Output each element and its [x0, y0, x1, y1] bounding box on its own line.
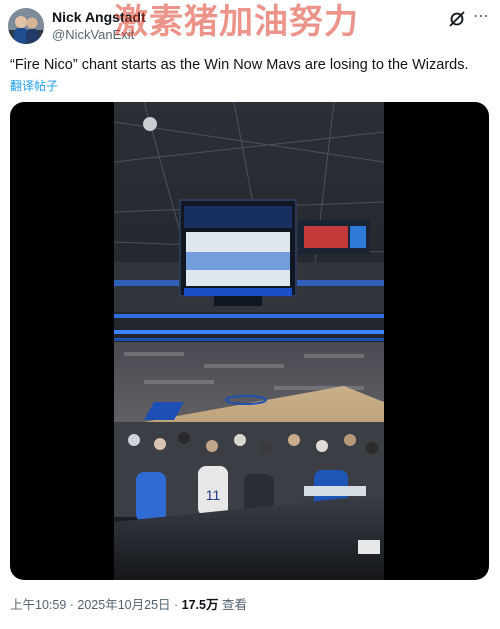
avatar[interactable] [8, 8, 44, 44]
video-frame: 11 [114, 102, 384, 580]
view-label: 查看 [221, 598, 247, 612]
tweet-text: “Fire Nico” chant starts as the Win Now … [10, 57, 469, 73]
more-options-icon[interactable]: ⋯ [472, 8, 490, 26]
svg-text:11: 11 [206, 487, 221, 503]
watermark-text: 激素猪加油努力 [114, 2, 359, 42]
translate-post-link[interactable]: 翻译帖子 [10, 78, 58, 94]
video-player[interactable]: 11 [10, 102, 489, 580]
tweet-date[interactable]: 2025年10月25日 [77, 598, 170, 612]
meta-separator: · [174, 598, 182, 612]
tweet-header: Nick Angstadt @NickVanExit 激素猪加油努力 ⋯ [8, 2, 492, 46]
tweet-meta: 上午10:59 · 2025年10月25日 · 17.5万 查看 [10, 597, 247, 613]
view-count: 17.5万 [181, 598, 219, 612]
tweet-time[interactable]: 上午10:59 [10, 598, 66, 612]
arena-video-still: 11 [114, 102, 384, 580]
grok-icon[interactable] [448, 10, 466, 28]
